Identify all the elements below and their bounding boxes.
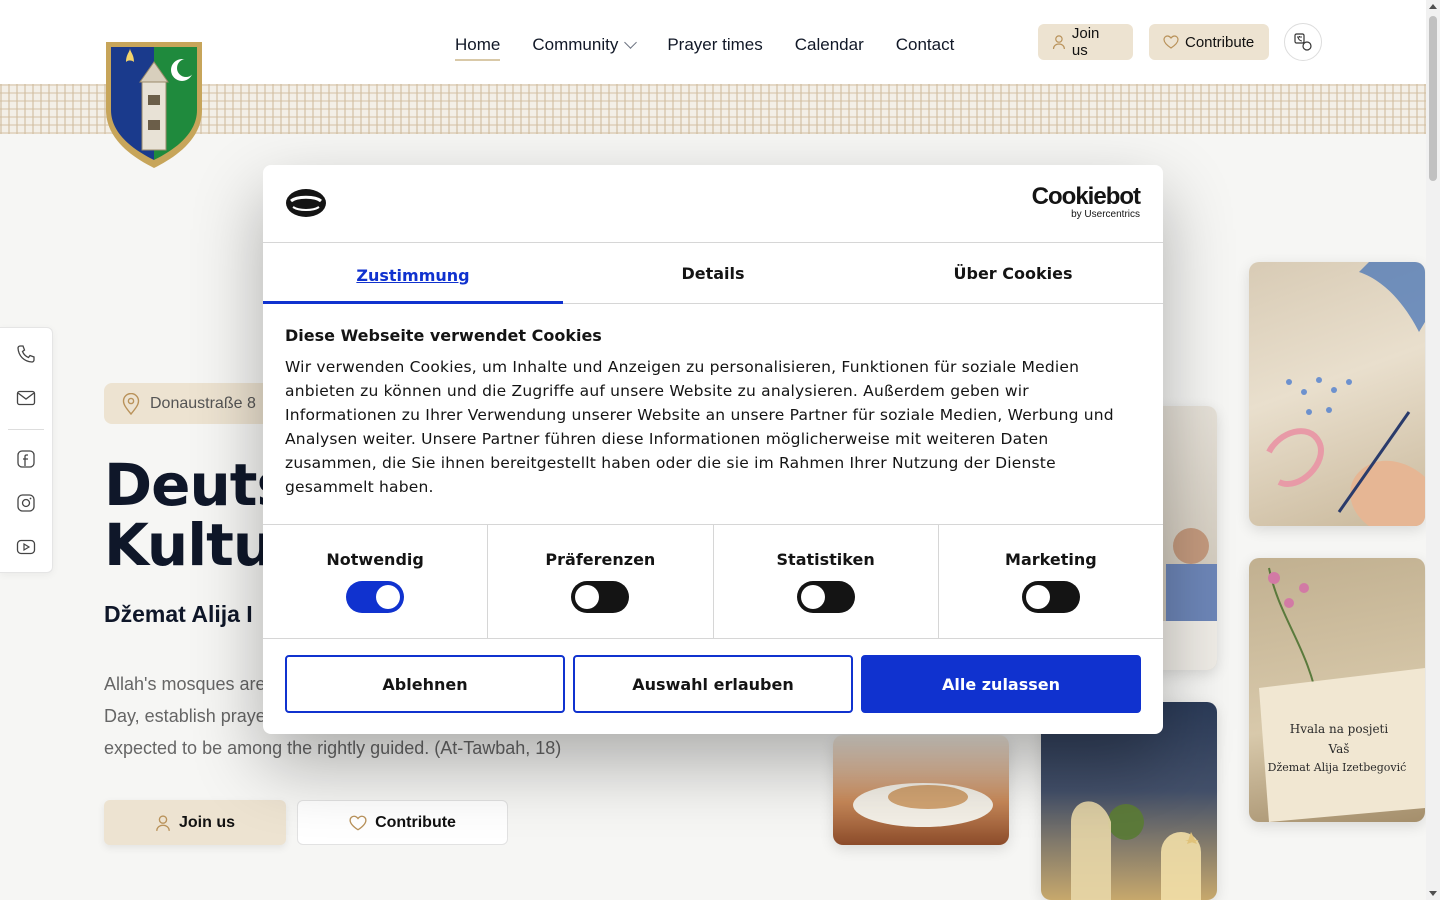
coat-of-arms-logo[interactable] [104,40,204,168]
tab-details-label: Details [681,263,745,283]
scrollbar-thumb[interactable] [1429,16,1437,181]
category-preferences: Präferenzen [488,525,714,638]
toggle-preferences[interactable] [571,581,630,613]
tab-details[interactable]: Details [563,243,863,303]
page-scrollbar[interactable] [1426,0,1440,900]
cookiebot-brand[interactable]: Cookiebot by Usercentrics [1031,183,1141,221]
category-statistics-label: Statistiken [776,550,875,569]
cookie-heading: Diese Webseite verwendet Cookies [285,326,602,345]
cookie-dialog-header: Cookiebot by Usercentrics [263,165,1163,243]
toggle-marketing[interactable] [1021,581,1080,613]
deny-button[interactable]: Ablehnen [285,655,565,713]
cookiebot-wordmark: Cookiebot [1031,183,1141,210]
tab-consent[interactable]: Zustimmung [263,243,563,304]
tab-about-label: Über Cookies [953,263,1073,283]
category-statistics: Statistiken [714,525,939,638]
category-preferences-label: Präferenzen [545,550,656,569]
toggle-knob [575,585,600,609]
cookiebot-subbrand: by Usercentrics [1071,209,1140,220]
cookiebot-logo-icon [286,189,326,217]
tab-consent-label: Zustimmung [356,265,470,285]
toggle-knob [800,585,825,609]
allow-all-button[interactable]: Alle zulassen [861,655,1141,713]
toggle-necessary[interactable] [346,581,405,613]
cookie-body: Diese Webseite verwendet Cookies Wir ver… [263,304,1163,525]
cookie-description: Wir verwenden Cookies, um Inhalte und An… [285,358,1114,496]
toggle-knob [1025,585,1050,609]
allow-selection-button[interactable]: Auswahl erlauben [573,655,853,713]
category-necessary: Notwendig [263,525,489,638]
tab-about-cookies[interactable]: Über Cookies [863,243,1163,303]
category-marketing: Marketing [939,525,1163,638]
category-necessary-label: Notwendig [326,550,424,569]
toggle-knob [376,585,401,609]
toggle-statistics[interactable] [796,581,855,613]
cookie-tabs: Zustimmung Details Über Cookies [263,243,1163,304]
scroll-up-arrow[interactable] [1429,4,1437,9]
cookie-consent-dialog: Cookiebot by Usercentrics Zustimmung Det… [263,165,1163,734]
scroll-down-arrow[interactable] [1429,891,1437,896]
cookie-buttons: Ablehnen Auswahl erlauben Alle zulassen [263,639,1163,729]
category-marketing-label: Marketing [1005,550,1097,569]
cookie-categories: Notwendig Präferenzen Statistiken Market… [263,525,1163,639]
